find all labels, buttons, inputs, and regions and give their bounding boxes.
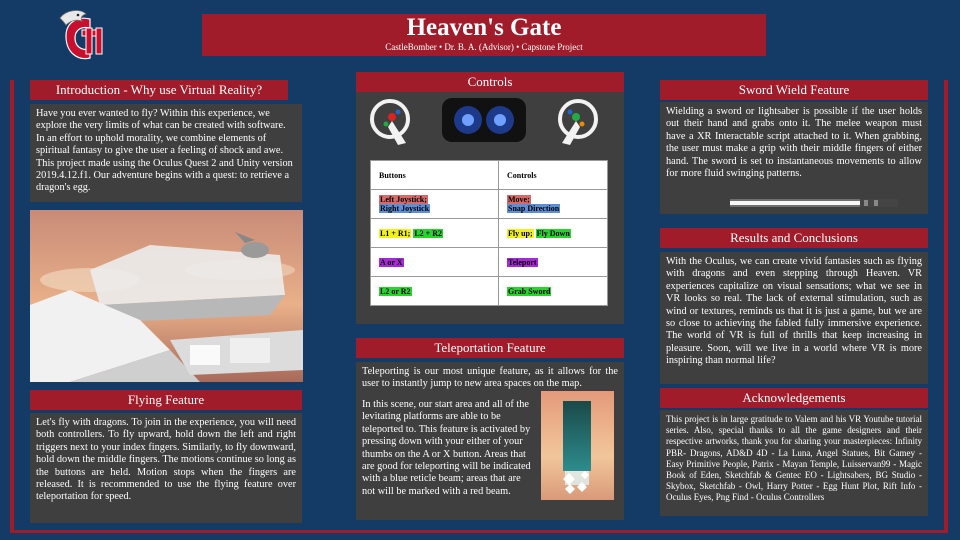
button-cell: Left Joystick; xyxy=(379,195,428,204)
table-row: L2 or R2 Grab Sword xyxy=(370,276,608,306)
frame-bottom xyxy=(10,530,948,533)
table-row: Left Joystick; Right Joystick Move; Snap D… xyxy=(370,189,608,219)
button-cell: L2 or R2 xyxy=(379,286,412,296)
title-banner: Heaven's Gate CastleBomber • Dr. B. A. (… xyxy=(202,14,766,56)
controls-table: Buttons Controls Left Joystick; Right Joy… xyxy=(370,160,608,306)
hawk-c-logo-icon xyxy=(59,10,103,60)
sword-heading: Sword Wield Feature xyxy=(660,80,928,100)
acknowledgements-body: This project is in large gratitude to Va… xyxy=(660,410,928,516)
flying-heading: Flying Feature xyxy=(30,390,302,410)
introduction-heading: Introduction - Why use Virtual Reality? xyxy=(30,80,288,100)
page-subtitle: CastleBomber • Dr. B. A. (Advisor) • Cap… xyxy=(385,42,583,52)
button-cell: A or X xyxy=(379,257,404,267)
results-heading: Results and Conclusions xyxy=(660,228,928,248)
control-cell: Fly Down xyxy=(535,228,571,238)
page-title: Heaven's Gate xyxy=(406,14,562,41)
frame-right xyxy=(944,80,948,532)
table-header-buttons: Buttons xyxy=(379,170,406,180)
lightsaber-icon xyxy=(730,199,898,207)
controls-heading: Controls xyxy=(356,72,624,92)
control-cell: Grab Sword xyxy=(507,286,552,296)
floating-platforms-scene-image xyxy=(30,210,303,382)
control-cell: Snap Direction xyxy=(507,204,561,213)
control-cell: Teleport xyxy=(507,257,538,267)
vr-headset-icon xyxy=(442,98,526,142)
results-body: With the Oculus, we can create vivid fan… xyxy=(660,252,928,384)
introduction-body: Have you ever wanted to fly? Within this… xyxy=(30,104,302,202)
table-row: A or X Teleport xyxy=(370,247,608,277)
button-cell: L1 + R1; xyxy=(379,228,412,238)
teleportation-heading: Teleportation Feature xyxy=(356,338,624,358)
table-header-row: Buttons Controls xyxy=(370,160,608,190)
button-cell: L2 + R2 xyxy=(413,228,444,238)
button-cell: Right Joystick xyxy=(379,204,431,213)
frame-left xyxy=(10,80,14,532)
acknowledgements-heading: Acknowledgements xyxy=(660,388,928,408)
teleport-beam-image xyxy=(541,391,614,500)
table-row: L1 + R1; L2 + R2 Fly up; Fly Down xyxy=(370,218,608,248)
flying-body: Let's fly with dragons. To join in the e… xyxy=(30,413,302,523)
right-controller-icon xyxy=(558,99,598,145)
table-header-controls: Controls xyxy=(507,170,537,180)
left-controller-icon xyxy=(370,99,410,145)
control-cell: Move; xyxy=(507,195,531,204)
control-cell: Fly up; xyxy=(507,228,534,238)
